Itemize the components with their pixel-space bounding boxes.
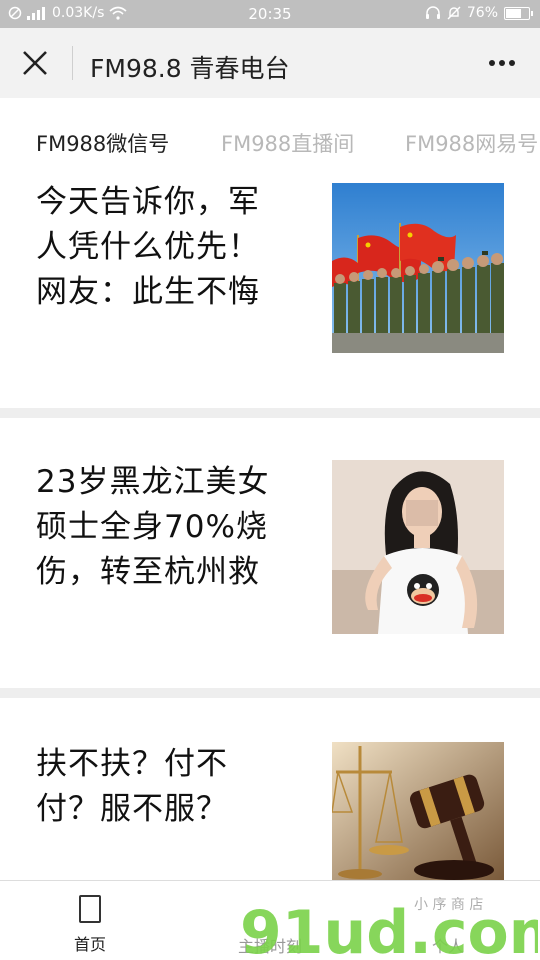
article-item[interactable]: 今天告诉你，军人凭什么优先！网友：此生不悔 [0, 180, 540, 408]
mute-icon [447, 6, 461, 20]
more-icon [489, 60, 515, 66]
gavel-scales-image[interactable] [332, 742, 504, 880]
bottom-nav-label: 首页 [73, 935, 106, 954]
nav-bar: FM98.8 青春电台 [0, 28, 540, 98]
close-icon [23, 51, 47, 75]
bottom-nav-home[interactable]: 首页 [62, 891, 118, 955]
bottom-nav-label: 主播时刻 [237, 937, 302, 956]
bottom-nav-profile[interactable]: 个人 [420, 933, 476, 957]
home-icon [79, 895, 101, 923]
tab-netease[interactable]: FM988网易号 [405, 128, 538, 158]
status-bar: 0.03K/s 20:35 76% [0, 0, 540, 28]
battery-percent: 76% [466, 5, 498, 21]
close-button[interactable] [14, 45, 54, 81]
tab-live-room[interactable]: FM988直播间 [221, 128, 354, 158]
article-item[interactable]: 23岁黑龙江美女硕士全身70%烧伤，转至杭州救 [0, 460, 540, 688]
article-title[interactable]: 扶不扶？付不付？服不服？ [36, 742, 266, 832]
tab-wechat[interactable]: FM988微信号 [36, 128, 169, 158]
separator [0, 408, 540, 418]
more-button[interactable] [480, 48, 524, 78]
battery-level [506, 8, 521, 18]
page-title: FM98.8 青春电台 [90, 54, 290, 83]
battery-icon [504, 6, 533, 20]
bottom-nav-anchor[interactable]: 主播时刻 [228, 933, 312, 957]
tab-bar: FM988微信号 FM988直播间 FM988网易号 [0, 98, 540, 174]
screen: 0.03K/s 20:35 76% FM98.8 青春电台 FM988微信号 F… [0, 0, 540, 960]
bottom-nav-label: 个人 [431, 937, 464, 956]
article-title[interactable]: 23岁黑龙江美女硕士全身70%烧伤，转至杭州救 [36, 460, 286, 595]
status-right: 76% [425, 5, 533, 21]
article-title[interactable]: 今天告诉你，军人凭什么优先！网友：此生不悔 [36, 180, 286, 315]
woman-photo-image[interactable] [332, 460, 504, 634]
separator [0, 688, 540, 698]
article-item[interactable]: 扶不扶？付不付？服不服？ [0, 742, 540, 882]
headset-icon [425, 6, 440, 19]
nav-divider [72, 46, 73, 80]
soldiers-flags-image[interactable] [332, 183, 504, 353]
bottom-nav: 首页 主播时刻 个人 [0, 880, 540, 960]
